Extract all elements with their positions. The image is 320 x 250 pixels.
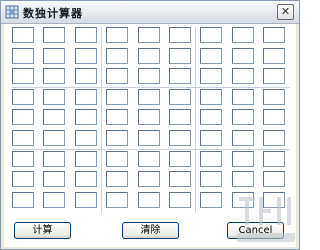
sudoku-cell[interactable] <box>43 130 65 146</box>
sudoku-cell[interactable] <box>138 68 160 84</box>
sudoku-cell[interactable] <box>232 89 254 105</box>
sudoku-cell[interactable] <box>232 192 254 208</box>
sudoku-cell[interactable] <box>232 171 254 187</box>
sudoku-cell[interactable] <box>169 89 191 105</box>
block-divider-vertical <box>195 27 196 213</box>
sudoku-cell[interactable] <box>138 151 160 167</box>
sudoku-cell[interactable] <box>106 151 128 167</box>
sudoku-cell[interactable] <box>106 48 128 64</box>
sudoku-app-icon <box>5 5 19 19</box>
sudoku-cell[interactable] <box>75 89 97 105</box>
sudoku-cell[interactable] <box>169 171 191 187</box>
close-button[interactable]: ✕ <box>277 4 294 20</box>
sudoku-cell[interactable] <box>106 130 128 146</box>
sudoku-calculator-window: 数独计算器 ✕ 计算 清除 Cancel <box>0 0 300 250</box>
block-divider-vertical <box>101 27 102 213</box>
calculate-button[interactable]: 计算 <box>14 222 71 239</box>
window-title: 数独计算器 <box>23 7 83 20</box>
sudoku-cell[interactable] <box>138 89 160 105</box>
sudoku-cell[interactable] <box>138 48 160 64</box>
sudoku-cell[interactable] <box>106 89 128 105</box>
sudoku-cell[interactable] <box>138 109 160 125</box>
sudoku-cell[interactable] <box>43 27 65 43</box>
sudoku-cell[interactable] <box>12 27 34 43</box>
sudoku-cell[interactable] <box>200 171 222 187</box>
sudoku-cell[interactable] <box>263 171 285 187</box>
sudoku-cell[interactable] <box>169 130 191 146</box>
cancel-button[interactable]: Cancel <box>227 222 284 239</box>
sudoku-cell[interactable] <box>263 130 285 146</box>
sudoku-cell[interactable] <box>12 171 34 187</box>
sudoku-cell[interactable] <box>232 68 254 84</box>
sudoku-cell[interactable] <box>75 27 97 43</box>
sudoku-cell[interactable] <box>12 89 34 105</box>
sudoku-cell[interactable] <box>200 192 222 208</box>
sudoku-cell[interactable] <box>75 48 97 64</box>
sudoku-cell[interactable] <box>106 27 128 43</box>
sudoku-cell[interactable] <box>75 171 97 187</box>
sudoku-cell[interactable] <box>232 130 254 146</box>
sudoku-cell[interactable] <box>43 192 65 208</box>
sudoku-cell[interactable] <box>169 27 191 43</box>
block-divider-horizontal <box>12 149 290 150</box>
sudoku-cell[interactable] <box>138 130 160 146</box>
sudoku-cell[interactable] <box>232 48 254 64</box>
sudoku-cell[interactable] <box>169 48 191 64</box>
sudoku-cell[interactable] <box>75 192 97 208</box>
sudoku-cell[interactable] <box>263 109 285 125</box>
sudoku-cell[interactable] <box>138 171 160 187</box>
sudoku-cell[interactable] <box>75 109 97 125</box>
dialog-content: 计算 清除 Cancel <box>4 24 296 247</box>
sudoku-cell[interactable] <box>75 68 97 84</box>
sudoku-cell[interactable] <box>263 151 285 167</box>
sudoku-cell[interactable] <box>263 27 285 43</box>
sudoku-cell[interactable] <box>12 130 34 146</box>
sudoku-cell[interactable] <box>75 151 97 167</box>
sudoku-cell[interactable] <box>169 109 191 125</box>
sudoku-cell[interactable] <box>43 151 65 167</box>
sudoku-cell[interactable] <box>12 68 34 84</box>
sudoku-cell[interactable] <box>106 192 128 208</box>
sudoku-cell[interactable] <box>200 151 222 167</box>
sudoku-cell[interactable] <box>169 68 191 84</box>
sudoku-cell[interactable] <box>232 27 254 43</box>
sudoku-cell[interactable] <box>43 171 65 187</box>
sudoku-cell[interactable] <box>169 151 191 167</box>
sudoku-cell[interactable] <box>12 151 34 167</box>
sudoku-cell[interactable] <box>232 109 254 125</box>
sudoku-cell[interactable] <box>200 48 222 64</box>
sudoku-cell[interactable] <box>263 89 285 105</box>
sudoku-cell[interactable] <box>12 109 34 125</box>
sudoku-cell[interactable] <box>43 89 65 105</box>
sudoku-cell[interactable] <box>43 109 65 125</box>
sudoku-cell[interactable] <box>200 130 222 146</box>
sudoku-cell[interactable] <box>263 68 285 84</box>
block-divider-horizontal <box>12 87 290 88</box>
sudoku-cell[interactable] <box>106 109 128 125</box>
clear-button[interactable]: 清除 <box>122 222 179 239</box>
sudoku-cell[interactable] <box>43 68 65 84</box>
sudoku-cell[interactable] <box>200 27 222 43</box>
sudoku-cell[interactable] <box>138 192 160 208</box>
sudoku-cell[interactable] <box>75 130 97 146</box>
title-bar[interactable]: 数独计算器 ✕ <box>1 1 299 24</box>
sudoku-cell[interactable] <box>169 192 191 208</box>
sudoku-cell[interactable] <box>200 68 222 84</box>
sudoku-cell[interactable] <box>200 109 222 125</box>
sudoku-cell[interactable] <box>43 48 65 64</box>
sudoku-cell[interactable] <box>232 151 254 167</box>
close-icon: ✕ <box>280 5 291 18</box>
sudoku-cell[interactable] <box>263 48 285 64</box>
sudoku-cell[interactable] <box>263 192 285 208</box>
sudoku-cell[interactable] <box>12 192 34 208</box>
sudoku-cell[interactable] <box>106 68 128 84</box>
sudoku-cell[interactable] <box>138 27 160 43</box>
sudoku-cell[interactable] <box>200 89 222 105</box>
sudoku-cell[interactable] <box>106 171 128 187</box>
sudoku-cell[interactable] <box>12 48 34 64</box>
